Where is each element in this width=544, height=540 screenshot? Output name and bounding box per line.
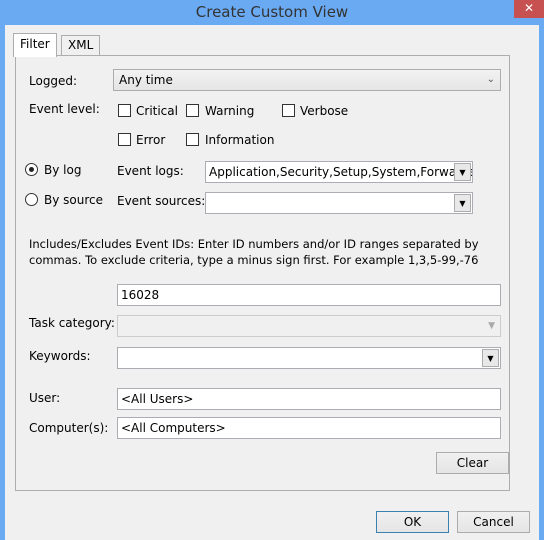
by-source-radio[interactable] (25, 193, 38, 206)
event-sources-combo[interactable]: ▼ (205, 192, 473, 214)
event-ids-help: Includes/Excludes Event IDs: Enter ID nu… (29, 237, 479, 267)
information-checkbox[interactable] (186, 133, 199, 146)
logged-label: Logged: (29, 74, 78, 88)
tab-xml[interactable]: XML (61, 35, 101, 55)
user-input[interactable]: <All Users> (117, 388, 501, 410)
event-sources-label: Event sources: (117, 194, 206, 208)
cancel-button[interactable]: Cancel (457, 511, 530, 533)
critical-checkbox[interactable] (118, 104, 131, 117)
logged-value: Any time (119, 73, 173, 87)
by-log-radio[interactable] (25, 163, 38, 176)
error-checkbox[interactable] (118, 133, 131, 146)
warning-label: Warning (205, 104, 255, 118)
event-logs-value: Application,Security,Setup,System,Forwar… (209, 165, 473, 179)
close-icon: ✕ (523, 1, 535, 15)
dropdown-arrow-icon[interactable]: ▼ (482, 349, 499, 367)
event-ids-input[interactable]: 16028 (117, 284, 501, 306)
event-logs-label: Event logs: (117, 164, 184, 178)
computer-input[interactable]: <All Computers> (117, 417, 501, 439)
dropdown-arrow-icon[interactable]: ▼ (454, 163, 471, 181)
tab-filter[interactable]: Filter (13, 33, 57, 57)
user-label: User: (29, 391, 61, 405)
verbose-label: Verbose (300, 104, 349, 118)
dropdown-arrow-icon[interactable]: ▼ (454, 194, 471, 212)
task-category-label: Task category: (29, 316, 115, 330)
keywords-combo[interactable]: ▼ (117, 347, 501, 369)
by-log-label: By log (44, 163, 82, 177)
warning-checkbox[interactable] (186, 104, 199, 117)
event-logs-combo[interactable]: Application,Security,Setup,System,Forwar… (205, 161, 473, 183)
verbose-checkbox[interactable] (282, 104, 295, 117)
computer-label: Computer(s): (29, 421, 109, 435)
logged-select[interactable]: Any time ⌄ (113, 69, 501, 91)
clear-button[interactable]: Clear (436, 452, 509, 474)
task-category-combo[interactable]: ▼ (117, 315, 501, 337)
error-label: Error (136, 133, 166, 147)
ok-button[interactable]: OK (376, 511, 449, 533)
chevron-down-icon: ⌄ (486, 74, 495, 85)
critical-label: Critical (136, 104, 178, 118)
event-level-label: Event level: (29, 102, 100, 116)
close-button[interactable]: ✕ (514, 0, 544, 18)
window-title: Create Custom View (195, 3, 349, 21)
keywords-label: Keywords: (29, 349, 91, 363)
by-source-label: By source (44, 193, 103, 207)
information-label: Information (205, 133, 275, 147)
dropdown-arrow-icon: ▼ (488, 321, 495, 331)
